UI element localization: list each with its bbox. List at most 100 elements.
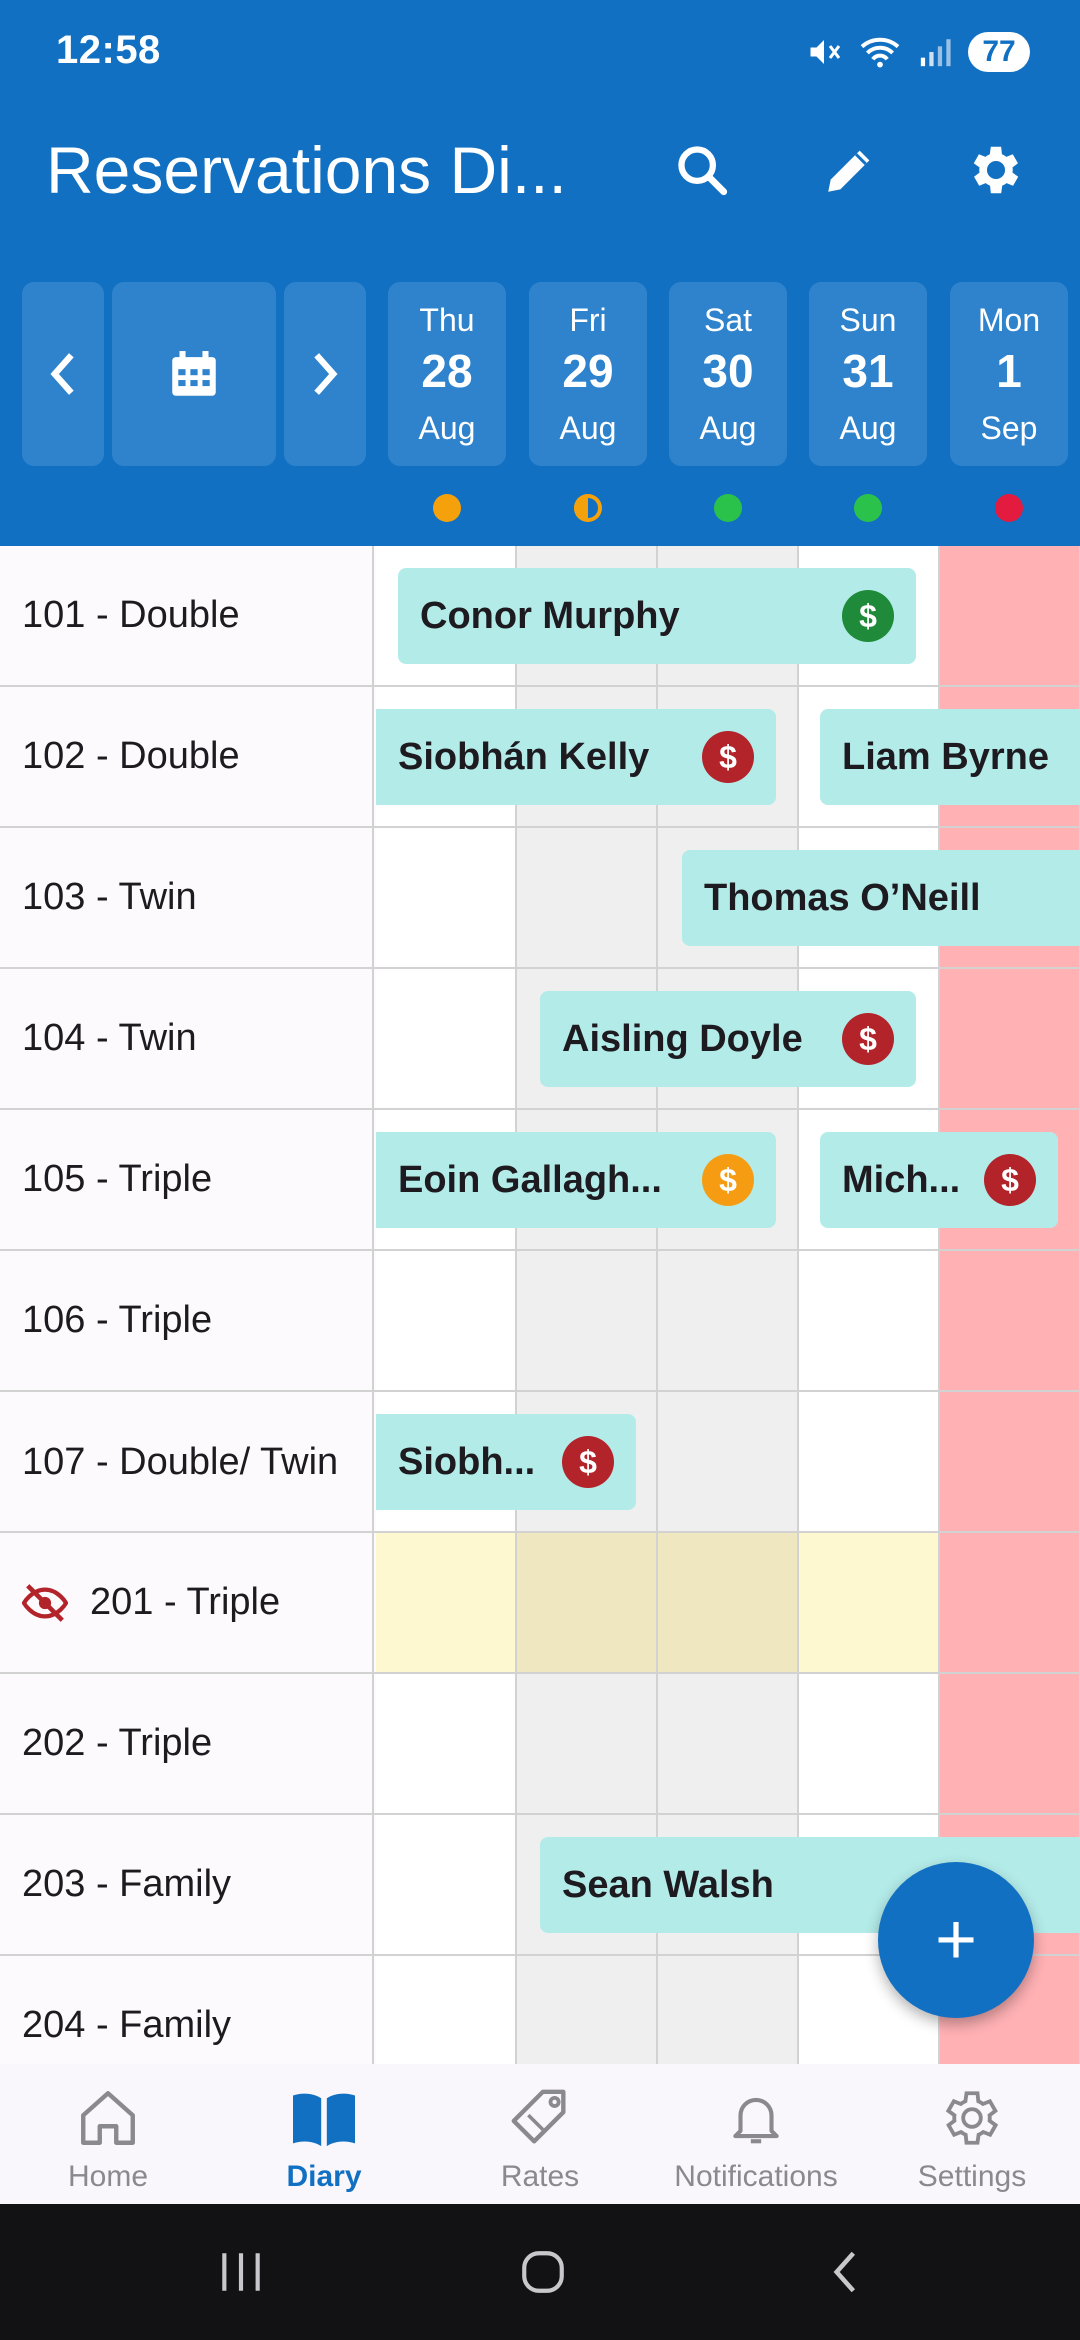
mute-icon bbox=[810, 40, 841, 64]
diary-cell[interactable] bbox=[376, 1533, 517, 1672]
payment-status-icon: $ bbox=[842, 590, 894, 642]
booking-card[interactable]: Eoin Gallagh... $ bbox=[376, 1132, 776, 1228]
search-icon bbox=[678, 146, 728, 196]
nav-notifications[interactable]: Notifications bbox=[648, 2064, 864, 2204]
day-column-header[interactable]: Thu 28 Aug bbox=[388, 282, 506, 466]
room-label[interactable]: 203 - Family bbox=[0, 1815, 374, 1954]
page-title: Reservations Di... bbox=[46, 133, 567, 207]
nav-settings[interactable]: Settings bbox=[864, 2064, 1080, 2204]
bell-icon bbox=[733, 2097, 779, 2144]
room-label: 201 - Triple bbox=[90, 1581, 281, 1623]
room-label[interactable]: 106 - Triple bbox=[0, 1251, 374, 1390]
diary-cell[interactable] bbox=[376, 1815, 517, 1954]
room-label[interactable]: 103 - Twin bbox=[0, 828, 374, 967]
edit-button[interactable] bbox=[810, 130, 890, 210]
nav-rates[interactable]: Rates bbox=[432, 2064, 648, 2204]
room-label[interactable]: 107 - Double/ Twin bbox=[0, 1392, 374, 1531]
diary-cell[interactable] bbox=[517, 1533, 658, 1672]
room-label[interactable]: 104 - Twin bbox=[0, 969, 374, 1108]
diary-cell[interactable] bbox=[376, 1956, 517, 2064]
diary-cell[interactable] bbox=[940, 969, 1080, 1108]
diary-cell[interactable] bbox=[517, 1251, 658, 1390]
diary-cell[interactable] bbox=[940, 1251, 1080, 1390]
nav-home[interactable]: Home bbox=[0, 2064, 216, 2204]
diary-cell[interactable] bbox=[517, 1956, 658, 2064]
diary-cell[interactable] bbox=[658, 1251, 799, 1390]
diary-cell[interactable] bbox=[940, 1533, 1080, 1672]
diary-cell[interactable] bbox=[517, 1674, 658, 1813]
booking-card[interactable]: Thomas O’Neill bbox=[682, 850, 1080, 946]
room-label[interactable]: 102 - Double bbox=[0, 687, 374, 826]
room-label[interactable]: 202 - Triple bbox=[0, 1674, 374, 1813]
guest-name: Sean Walsh bbox=[562, 1863, 774, 1906]
nav-label: Rates bbox=[500, 2160, 580, 2193]
day-column-header[interactable]: Sat 30 Aug bbox=[669, 282, 787, 466]
diary-cell[interactable] bbox=[799, 1674, 940, 1813]
diary-cell[interactable] bbox=[799, 1251, 940, 1390]
status-icons: 77 bbox=[806, 28, 1030, 76]
booking-card[interactable]: Siobhán Kelly $ bbox=[376, 709, 776, 805]
room-label[interactable]: 204 - Family bbox=[0, 1956, 374, 2064]
diary-cell[interactable] bbox=[658, 1674, 799, 1813]
diary-cell[interactable] bbox=[517, 828, 658, 967]
back-button[interactable] bbox=[800, 2238, 890, 2306]
day-name: Mon bbox=[977, 302, 1041, 338]
booking-card[interactable]: Liam Byrne bbox=[820, 709, 1080, 805]
diary-cell[interactable] bbox=[376, 828, 517, 967]
day-number: 30 bbox=[702, 345, 754, 397]
eye-off-icon bbox=[22, 1583, 68, 1622]
room-row: 105 - Triple Eoin Gallagh... $ Mich... $ bbox=[0, 1110, 1080, 1251]
diary-cell[interactable] bbox=[658, 1533, 799, 1672]
day-number: 31 bbox=[842, 345, 894, 397]
day-column-header[interactable]: Mon 1 Sep bbox=[950, 282, 1068, 466]
guest-name: Aisling Doyle bbox=[562, 1017, 803, 1060]
recent-apps-icon bbox=[222, 2253, 260, 2291]
diary-cell[interactable] bbox=[940, 1392, 1080, 1531]
occupancy-dot bbox=[714, 494, 742, 522]
booking-card[interactable]: Siobh... $ bbox=[376, 1414, 636, 1510]
booking-card[interactable]: Conor Murphy $ bbox=[398, 568, 916, 664]
diary-cell[interactable] bbox=[376, 1251, 517, 1390]
diary-cell[interactable] bbox=[658, 1392, 799, 1531]
day-name: Sun bbox=[839, 302, 897, 338]
room-row: 106 - Triple bbox=[0, 1251, 1080, 1392]
room-label[interactable]: 101 - Double bbox=[0, 546, 374, 685]
guest-name: Siobhán Kelly bbox=[398, 735, 650, 778]
diary-cell[interactable] bbox=[940, 1674, 1080, 1813]
room-label[interactable]: 105 - Triple bbox=[0, 1110, 374, 1249]
room-row: 107 - Double/ Twin Siobh... $ bbox=[0, 1392, 1080, 1533]
day-name: Fri bbox=[569, 302, 607, 338]
diary-cell[interactable] bbox=[376, 969, 517, 1108]
room-label-container[interactable]: 201 - Triple bbox=[0, 1533, 374, 1672]
day-column-header[interactable]: Fri 29 Aug bbox=[529, 282, 647, 466]
day-column-header[interactable]: Sun 31 Aug bbox=[809, 282, 927, 466]
next-week-button[interactable] bbox=[284, 282, 366, 466]
day-month: Sep bbox=[980, 410, 1038, 446]
diary-cell[interactable] bbox=[799, 1392, 940, 1531]
search-button[interactable] bbox=[662, 130, 742, 210]
guest-name: Thomas O’Neill bbox=[704, 876, 981, 919]
booking-card[interactable]: Aisling Doyle $ bbox=[540, 991, 916, 1087]
diary-cell[interactable] bbox=[940, 546, 1080, 685]
nav-label: Settings bbox=[917, 2160, 1027, 2193]
nav-label: Diary bbox=[286, 2160, 362, 2193]
top-app-bar: 12:58 77 Reservations Di... Thu 28 Aug F… bbox=[0, 0, 1080, 546]
booking-card[interactable]: Mich... $ bbox=[820, 1132, 1058, 1228]
plus-icon: + bbox=[934, 1900, 978, 1980]
pencil-icon bbox=[828, 150, 870, 192]
previous-week-button[interactable] bbox=[22, 282, 104, 466]
settings-button[interactable] bbox=[956, 130, 1036, 210]
diary-cell[interactable] bbox=[658, 1956, 799, 2064]
chevron-left-icon bbox=[50, 353, 74, 395]
gear-icon bbox=[973, 146, 1019, 194]
recent-apps-button[interactable] bbox=[196, 2238, 286, 2306]
nav-diary[interactable]: Diary bbox=[216, 2064, 432, 2204]
diary-cell[interactable] bbox=[376, 1674, 517, 1813]
status-time: 12:58 bbox=[56, 28, 161, 72]
book-icon bbox=[293, 2093, 355, 2147]
day-name: Thu bbox=[419, 302, 475, 338]
add-reservation-button[interactable]: + bbox=[878, 1862, 1034, 2018]
home-system-button[interactable] bbox=[498, 2238, 588, 2306]
diary-cell[interactable] bbox=[799, 1533, 940, 1672]
calendar-button[interactable] bbox=[112, 282, 276, 466]
